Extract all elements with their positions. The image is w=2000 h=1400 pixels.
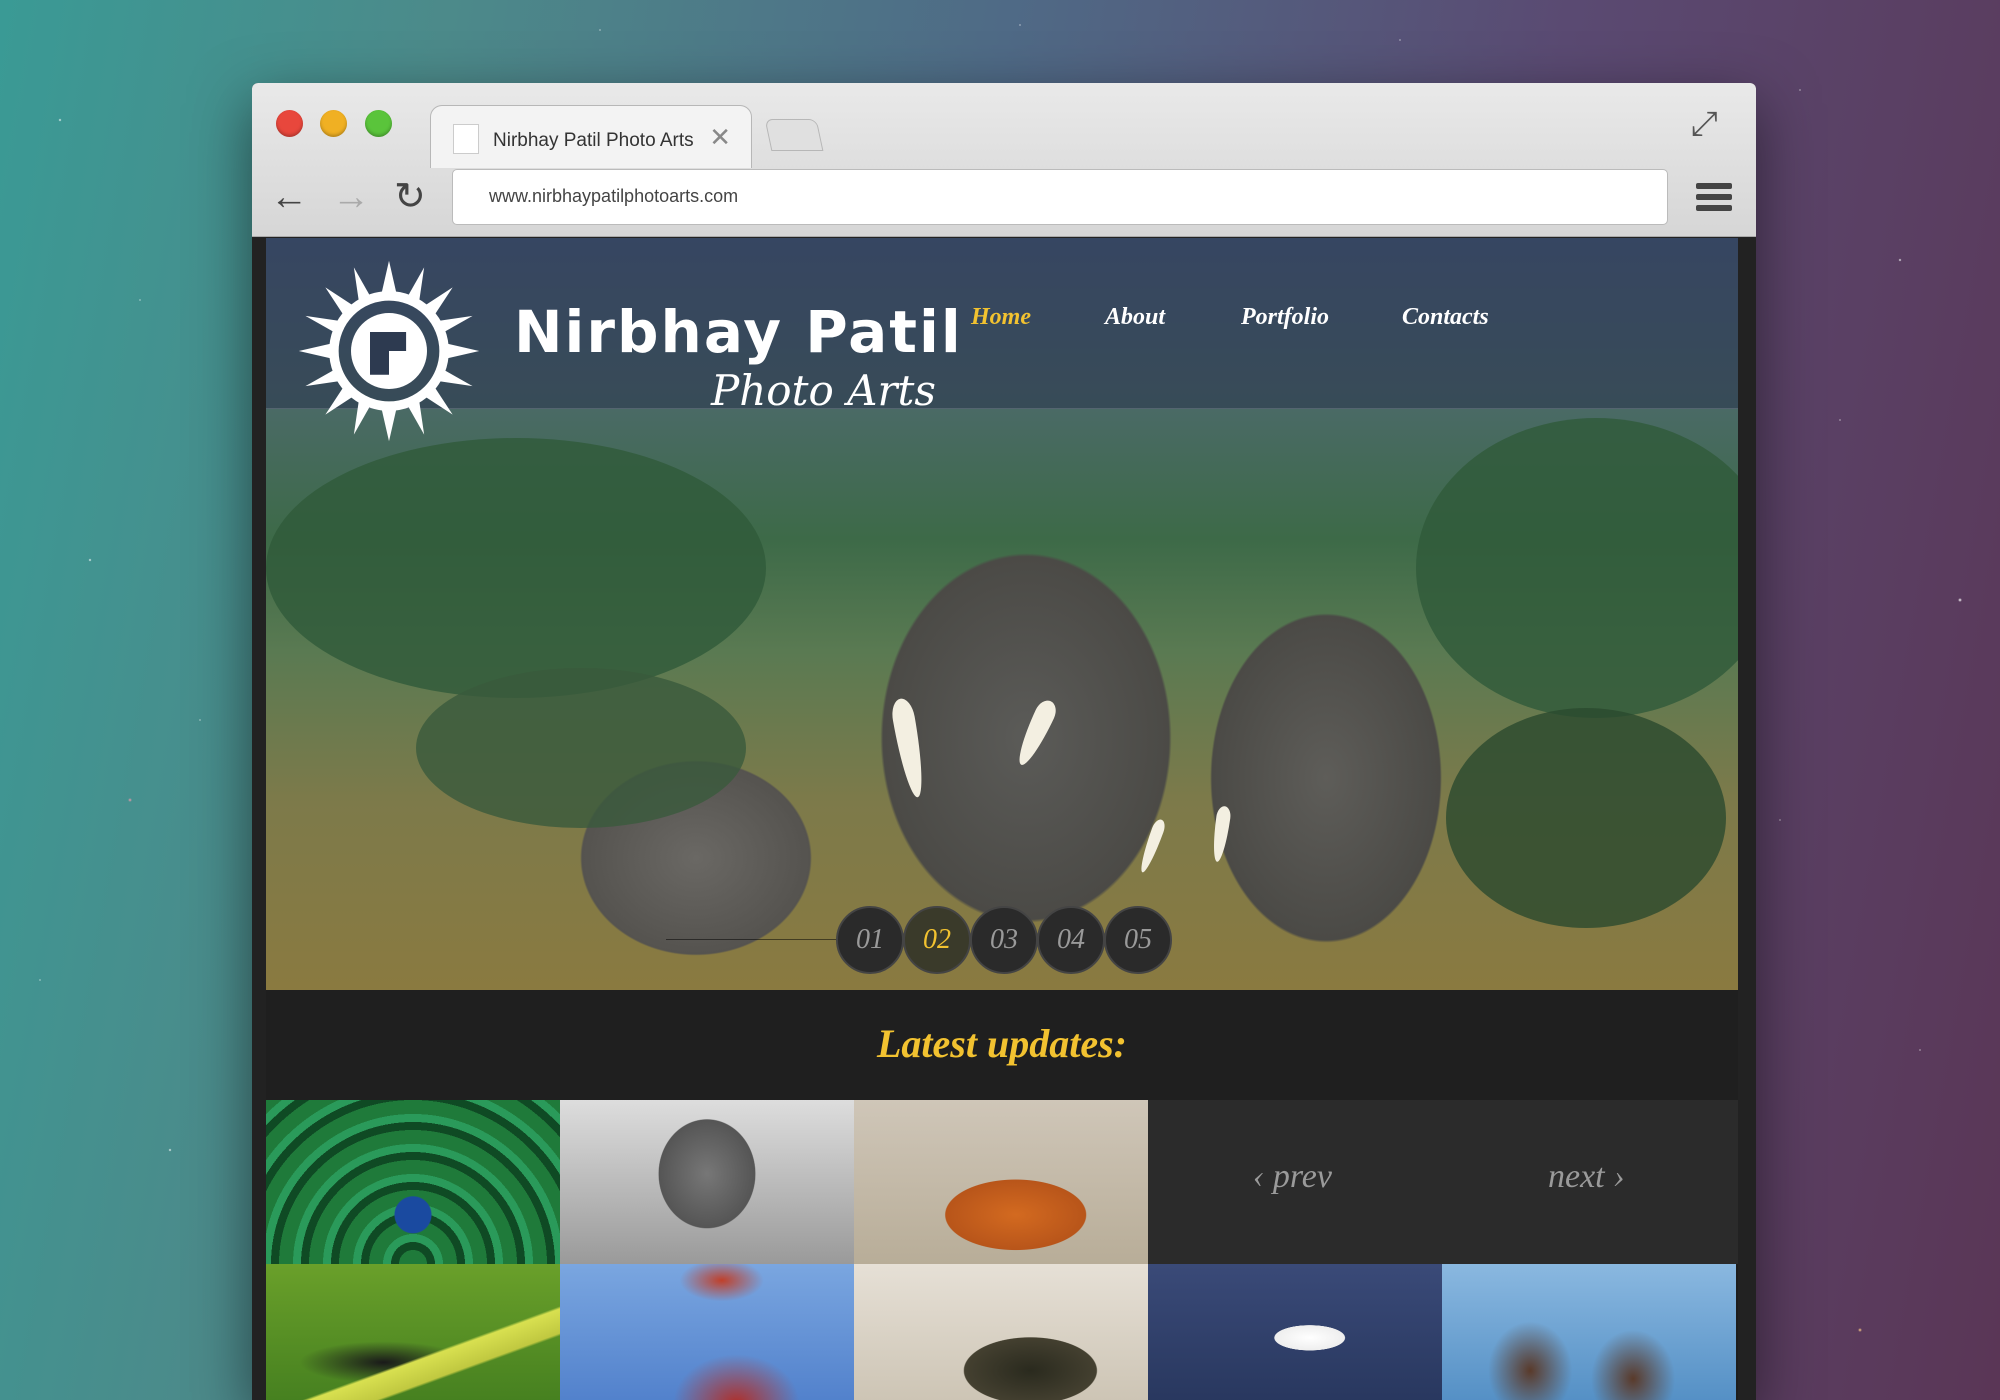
close-window-button[interactable] (276, 110, 303, 137)
zoom-window-button[interactable] (365, 110, 392, 137)
nav-portfolio[interactable]: Portfolio (1241, 304, 1329, 331)
slide-dot-05[interactable]: 05 (1104, 906, 1172, 974)
forward-arrow-icon[interactable]: → (332, 178, 370, 216)
next-button[interactable]: next › (1548, 1158, 1624, 1196)
thumb-turbaned-man[interactable] (560, 1264, 854, 1400)
thumb-caterpillar[interactable] (266, 1264, 560, 1400)
slide-dot-04[interactable]: 04 (1037, 906, 1105, 974)
browser-toolbar: Nirbhay Patil Photo Arts ✕ ⤢ ← → ↻ www.n… (252, 83, 1756, 237)
close-tab-icon[interactable]: ✕ (709, 122, 731, 153)
hero-slider: Nirbhay Patil Photo Arts Home About Port… (266, 238, 1738, 990)
minimize-window-button[interactable] (320, 110, 347, 137)
website: Nirbhay Patil Photo Arts Home About Port… (266, 238, 1738, 1400)
fullscreen-icon[interactable]: ⤢ (1691, 105, 1718, 144)
prev-button[interactable]: ‹ prev (1253, 1158, 1332, 1196)
slide-dot-02[interactable]: 02 (903, 906, 971, 974)
reload-icon[interactable]: ↻ (394, 178, 426, 216)
site-header: Nirbhay Patil Photo Arts Home About Port… (266, 238, 1738, 442)
nav-contacts[interactable]: Contacts (1402, 304, 1489, 331)
back-arrow-icon[interactable]: ← (270, 178, 308, 216)
thumb-child[interactable] (560, 1100, 854, 1264)
address-bar-url: www.nirbhaypatilphotoarts.com (489, 186, 739, 206)
browser-window: Nirbhay Patil Photo Arts ✕ ⤢ ← → ↻ www.n… (252, 83, 1756, 1400)
nav-home[interactable]: Home (971, 304, 1031, 331)
thumb-ibises[interactable] (1442, 1264, 1736, 1400)
menu-icon[interactable] (1696, 183, 1732, 216)
thumb-stilt-bird[interactable] (1148, 1264, 1442, 1400)
page-icon (453, 124, 479, 154)
latest-updates-heading: Latest updates: (266, 990, 1738, 1100)
sunburst-camera-logo-icon[interactable] (294, 256, 484, 446)
tab-title: Nirbhay Patil Photo Arts (493, 130, 694, 151)
thumb-wild-dog[interactable] (854, 1100, 1148, 1264)
thumb-peacock[interactable] (266, 1100, 560, 1264)
slide-dot-01[interactable]: 01 (836, 906, 904, 974)
slide-dot-03[interactable]: 03 (970, 906, 1038, 974)
address-bar[interactable]: www.nirbhaypatilphotoarts.com (452, 169, 1668, 225)
gallery-pager: ‹ prev next › (1148, 1100, 1738, 1264)
new-tab-button[interactable] (764, 119, 824, 151)
thumb-tortoise[interactable] (854, 1264, 1148, 1400)
brand-name: Nirbhay Patil (514, 298, 963, 366)
updates-gallery: ‹ prev next › (266, 1100, 1738, 1400)
browser-tab[interactable]: Nirbhay Patil Photo Arts ✕ (430, 105, 752, 168)
brand-subtitle: Photo Arts (711, 366, 936, 415)
nav-about[interactable]: About (1105, 304, 1165, 331)
